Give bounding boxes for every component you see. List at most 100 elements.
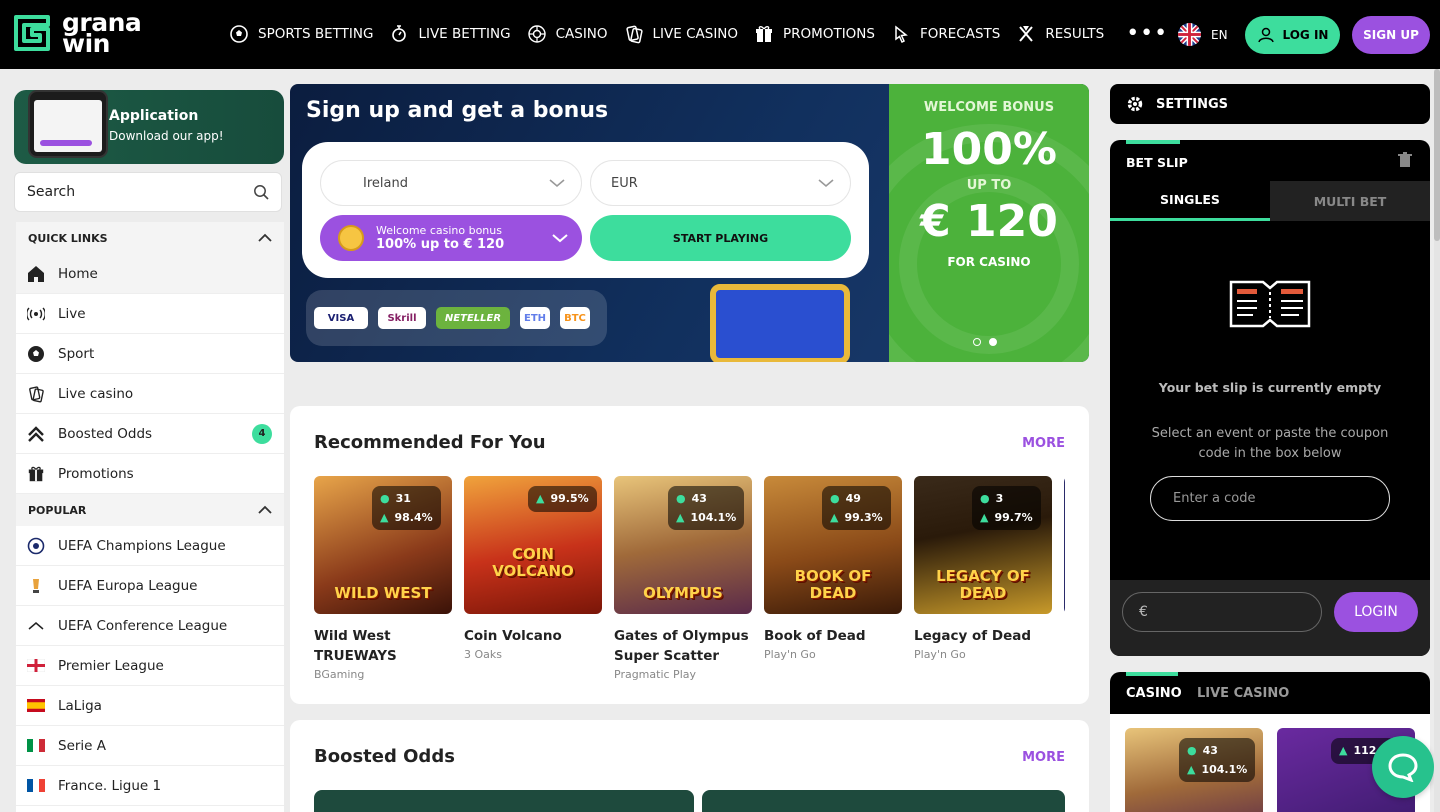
coupon-code-input[interactable]: Enter a code: [1150, 476, 1390, 521]
carousel-dot[interactable]: [973, 338, 981, 346]
tab-casino[interactable]: CASINO: [1126, 686, 1182, 701]
players-count: 43: [691, 492, 707, 505]
quick-links-header[interactable]: QUICK LINKS: [16, 222, 284, 254]
game-card[interactable]: ● 43 ▲ 104.1% OLYMPUS Gates of Olympus Sup…: [614, 476, 752, 684]
sidebar-item-sport[interactable]: Sport: [16, 334, 284, 374]
more-link[interactable]: MORE: [1022, 750, 1065, 765]
sidebar-item-europa-league[interactable]: UEFA Europa League: [16, 566, 284, 606]
logo[interactable]: grana win: [10, 10, 142, 56]
scrollbar-thumb[interactable]: [1434, 69, 1440, 241]
start-playing-button[interactable]: START PLAYING: [590, 215, 851, 261]
game-provider: Play'n Go: [764, 648, 816, 661]
chat-bubble-icon: [1388, 753, 1418, 782]
game-stats: ● 31 ▲ 98.4%: [372, 486, 441, 530]
nav-label: FORECASTS: [919, 26, 1001, 42]
nav-live-casino[interactable]: LIVE CASINO: [624, 24, 738, 44]
rtp-icon: ▲: [980, 511, 989, 524]
game-provider: Pragmatic Play: [614, 668, 696, 681]
nav-label: RESULTS: [1045, 26, 1105, 42]
chevron-up-icon: [258, 505, 272, 514]
empty-bet-slip-title: Your bet slip is currently empty: [1158, 380, 1382, 395]
banner-title: Sign up and get a bonus: [306, 98, 609, 123]
nav-live-betting[interactable]: LIVE BETTING: [389, 24, 511, 44]
language-selector[interactable]: EN: [1178, 23, 1228, 46]
sidebar-item-home[interactable]: Home: [16, 254, 284, 294]
popular-header[interactable]: POPULAR: [16, 494, 284, 526]
boosted-odds-card[interactable]: [314, 790, 694, 812]
game-card[interactable]: ● 31 ▲ 98.4% WILD WEST Wild West TRUEWAYS …: [314, 476, 452, 684]
more-link[interactable]: MORE: [1022, 436, 1065, 451]
nav-label: PROMOTIONS: [783, 26, 875, 42]
login-label: LOG IN: [1282, 28, 1329, 42]
settings-button[interactable]: SETTINGS: [1110, 84, 1430, 124]
sidebar-item-champions-league[interactable]: UEFA Champions League: [16, 526, 284, 566]
promo-amount: € 120: [920, 196, 1058, 247]
tab-live-casino[interactable]: LIVE CASINO: [1197, 686, 1289, 701]
ethereum-icon: ETH: [520, 307, 550, 329]
tab-singles[interactable]: SINGLES: [1110, 181, 1270, 221]
soccer-ball-icon: [26, 344, 46, 364]
carousel-dot-active[interactable]: [989, 338, 997, 346]
sidebar-item-live[interactable]: Live: [16, 294, 284, 334]
game-provider: BGaming: [314, 668, 365, 681]
nav-results[interactable]: RESULTS: [1016, 24, 1104, 44]
rtp-value: 99.3%: [844, 511, 883, 524]
game-thumbnail: [1064, 476, 1065, 614]
game-thumbnail[interactable]: ● 43 ▲ 104.1%: [1125, 728, 1263, 812]
more-menu-icon[interactable]: •••: [1126, 23, 1168, 45]
thumb-logo-text: COIN VOLCANO: [492, 545, 574, 580]
game-card[interactable]: ● 3 ▲ 99.7% LEGACY OF DEAD Legacy of Dead …: [914, 476, 1052, 664]
game-stats: ● 49 ▲ 99.3%: [822, 486, 891, 530]
nav-sports-betting[interactable]: SPORTS BETTING: [229, 24, 373, 44]
bet-slip-login-button[interactable]: LOGIN: [1334, 592, 1418, 632]
sidebar-item-conference-league[interactable]: UEFA Conference League: [16, 606, 284, 646]
sidebar-item-live-casino[interactable]: Live casino: [16, 374, 284, 414]
app-subtitle: Download our app!: [109, 129, 224, 143]
currency-select[interactable]: EUR: [590, 160, 851, 206]
nav-casino[interactable]: CASINO: [527, 24, 608, 44]
nav-forecasts[interactable]: FORECASTS: [891, 24, 1000, 44]
game-card-partial[interactable]: [1064, 476, 1065, 614]
bet-type-tabs: SINGLES MULTI BET: [1110, 181, 1430, 221]
boosted-odds-card[interactable]: [702, 790, 1065, 812]
boosted-odds-section: Boosted Odds MORE: [290, 720, 1089, 812]
game-thumbnail: ▲ 99.5% COIN VOLCANO: [464, 476, 602, 614]
casino-widget: CASINO LIVE CASINO ● 43 ▲ 104.1% ▲ 112.3: [1110, 672, 1430, 812]
game-thumbnail: ● 49 ▲ 99.3% BOOK OF DEAD: [764, 476, 902, 614]
coin-icon: [338, 225, 364, 251]
visa-mastercard-icon: VISA: [314, 307, 368, 329]
chat-button[interactable]: [1372, 736, 1434, 798]
sidebar-item-serie-a[interactable]: Serie A: [16, 726, 284, 766]
nav-promotions[interactable]: PROMOTIONS: [754, 24, 875, 44]
sidebar-item-laliga[interactable]: LaLiga: [16, 686, 284, 726]
settings-label: SETTINGS: [1156, 96, 1229, 112]
sidebar-item-boosted-odds[interactable]: Boosted Odds 4: [16, 414, 284, 454]
spain-flag-icon: [26, 696, 46, 716]
sidebar-item-ligue-1[interactable]: France. Ligue 1: [16, 766, 284, 806]
page-scrollbar[interactable]: [1434, 69, 1440, 812]
france-flag-icon: [26, 776, 46, 796]
sidebar-item-promotions[interactable]: Promotions: [16, 454, 284, 494]
recommended-section: Recommended For You MORE ● 31 ▲ 98.4% WILD…: [290, 406, 1089, 704]
sidebar-item-premier-league[interactable]: Premier League: [16, 646, 284, 686]
players-count: 43: [1202, 744, 1218, 757]
stake-amount-input[interactable]: €: [1122, 592, 1322, 632]
game-title: Book of Dead: [764, 628, 866, 644]
thumb-logo-text: WILD WEST: [334, 584, 432, 602]
game-card[interactable]: ▲ 99.5% COIN VOLCANO Coin Volcano 3 Oaks: [464, 476, 602, 664]
game-card[interactable]: ● 49 ▲ 99.3% BOOK OF DEAD Book of Dead Pla…: [764, 476, 902, 664]
welcome-bonus-promo[interactable]: WELCOME BONUS 100% UP TO € 120 FOR CASIN…: [889, 84, 1089, 362]
trash-icon[interactable]: [1398, 152, 1412, 168]
europa-league-icon: [26, 576, 46, 596]
popular-title: POPULAR: [28, 503, 87, 517]
bonus-select[interactable]: Welcome casino bonus 100% up to € 120: [320, 215, 582, 261]
search-input[interactable]: Search: [14, 172, 282, 212]
sidebar-item-label: UEFA Champions League: [58, 537, 226, 554]
country-select[interactable]: Ireland: [320, 160, 582, 206]
chevron-down-icon: [818, 179, 834, 188]
app-download-card[interactable]: Application Download our app!: [14, 90, 284, 164]
rtp-value: 98.4%: [394, 511, 433, 524]
tab-multi-bet[interactable]: MULTI BET: [1270, 181, 1430, 221]
signup-button[interactable]: SIGN UP: [1352, 16, 1430, 54]
login-button[interactable]: LOG IN: [1245, 16, 1340, 54]
